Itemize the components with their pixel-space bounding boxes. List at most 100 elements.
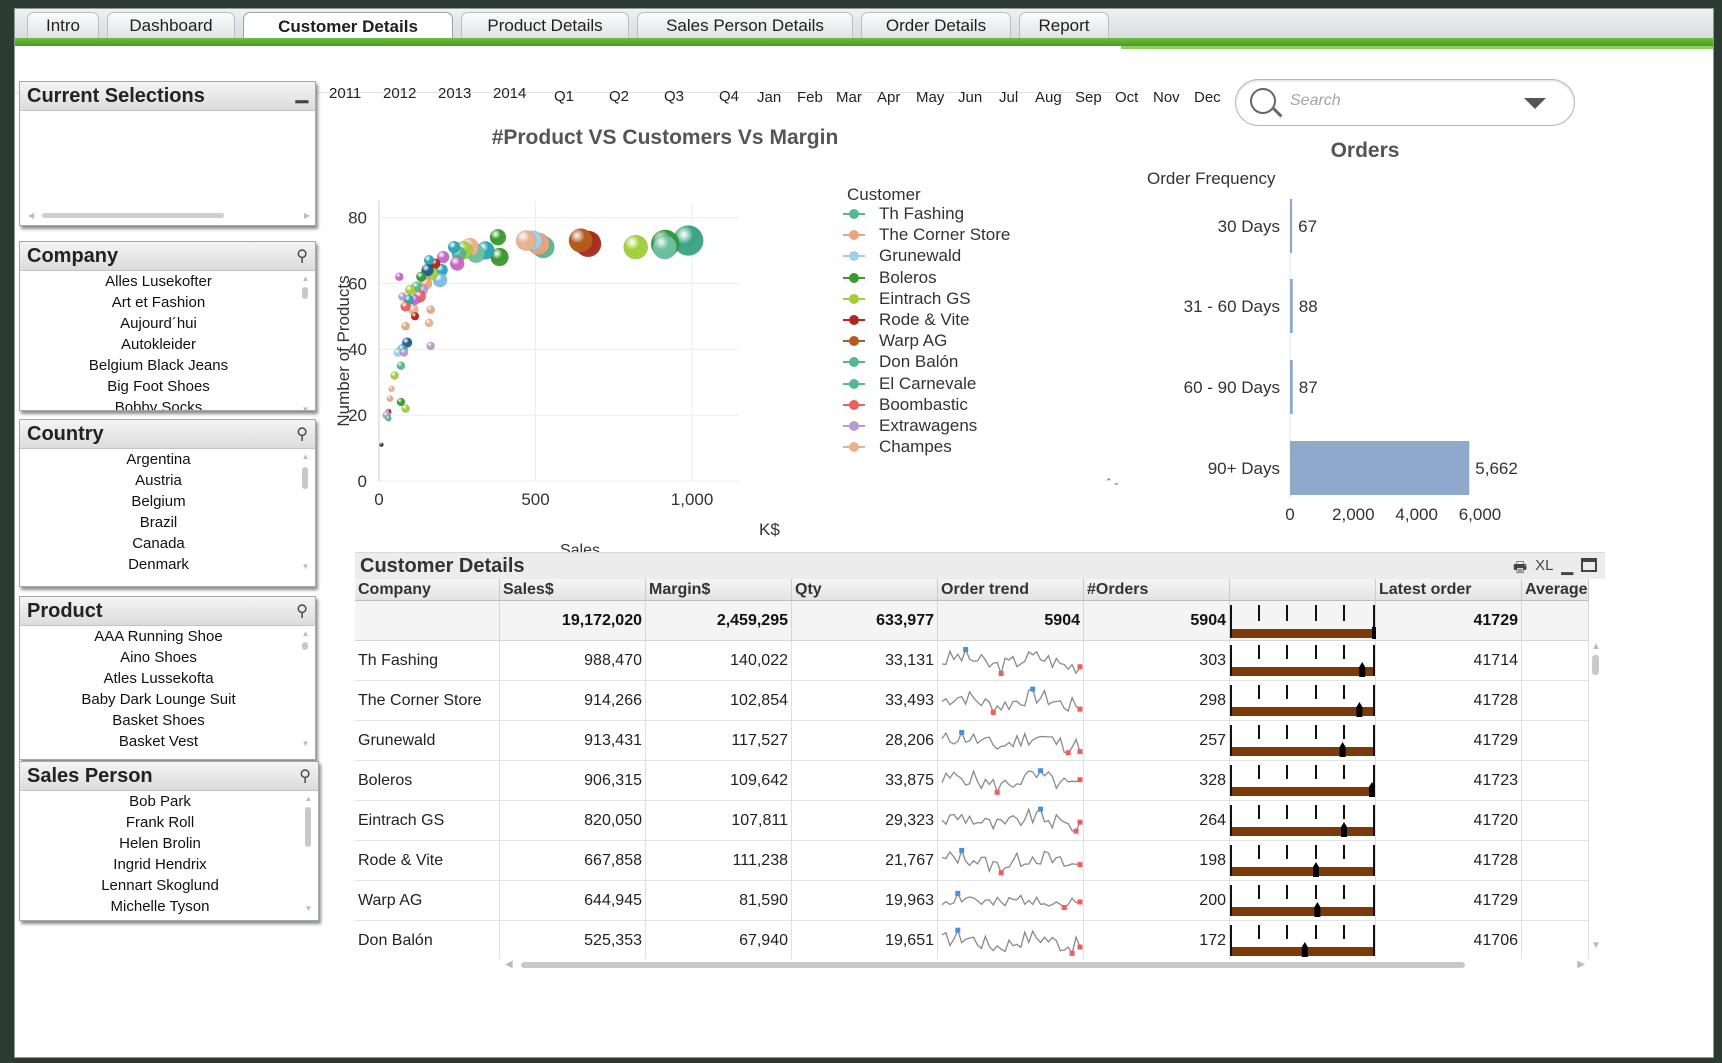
filter-month-nov[interactable]: Nov [1153,89,1180,106]
scroll-up-arrow-icon[interactable]: ▲ [301,275,310,283]
scroll-left-arrow-icon[interactable]: ◀ [505,959,513,970]
scroll-thumb[interactable] [521,962,1465,968]
scroll-right-arrow-icon[interactable]: ▶ [304,211,310,220]
minimize-icon[interactable]: ▁ [296,84,308,104]
list-item[interactable]: Argentina [20,449,315,470]
legend-item[interactable]: Champes [843,437,952,457]
list-item[interactable]: Brazil [20,512,315,533]
list-item[interactable]: Basket Vest [20,731,315,752]
scroll-thumb[interactable] [302,287,308,299]
column-header-orders[interactable]: #Orders [1084,579,1230,601]
legend-item[interactable]: Grunewald [843,246,961,266]
column-header-average[interactable]: Average [1522,579,1589,601]
list-item[interactable]: Bobby Socks [20,397,315,410]
filter-quarter-q2[interactable]: Q2 [609,88,629,105]
scroll-thumb[interactable] [302,467,308,489]
tab-dashboard[interactable]: Dashboard [107,12,235,39]
list-item[interactable]: Michelle Tyson [20,896,318,917]
scroll-thumb[interactable] [302,642,308,650]
filter-year-2014[interactable]: 2014 [493,85,526,102]
scroll-down-arrow-icon[interactable]: ▼ [301,406,310,411]
listbox-vscroll[interactable]: ▲ ▼ [304,795,313,913]
list-item[interactable]: Aujourd´hui [20,313,315,334]
filter-month-apr[interactable]: Apr [877,89,900,106]
table-row[interactable]: Don Balón 525,353 67,940 19,651 172 41706 [355,921,1589,959]
list-item[interactable]: Belgium [20,491,315,512]
legend-item[interactable]: Extrawagens [843,416,977,436]
scroll-up-arrow-icon[interactable]: ▲ [304,795,313,803]
scroll-up-arrow-icon[interactable]: ▲ [1591,641,1601,652]
filter-month-oct[interactable]: Oct [1115,89,1138,106]
list-item[interactable]: Autokleider [20,334,315,355]
scroll-down-arrow-icon[interactable]: ▼ [304,905,313,913]
column-header-margin[interactable]: Margin$ [646,579,792,601]
list-item[interactable]: Helen Brolin [20,833,318,854]
table-vscroll[interactable]: ▲ ▼ [1589,641,1601,951]
filter-year-2013[interactable]: 2013 [438,85,471,102]
scroll-up-arrow-icon[interactable]: ▲ [301,630,310,638]
tab-intro[interactable]: Intro [27,12,99,39]
column-header-order-trend[interactable]: Order trend [938,579,1084,601]
legend-scroll-arrows-icon[interactable]: ⌃⌄ [1105,477,1120,488]
scroll-left-arrow-icon[interactable]: ◀ [28,211,34,220]
tab-order-details[interactable]: Order Details [861,12,1011,39]
list-item[interactable]: Atles Lussekofta [20,668,315,689]
scroll-right-arrow-icon[interactable]: ▶ [1577,959,1585,970]
search-icon[interactable]: ⚲ [296,246,308,266]
legend-item[interactable]: Boleros [843,268,937,288]
search-box[interactable]: Search [1235,79,1575,126]
table-row[interactable]: Eintrach GS 820,050 107,811 29,323 264 41720 [355,801,1589,841]
scroll-down-arrow-icon[interactable]: ▼ [301,563,310,571]
legend-item[interactable]: Th Fashing [843,204,964,224]
table-row[interactable]: The Corner Store 914,266 102,854 33,493 298 4… [355,681,1589,721]
search-input[interactable]: Search [1290,92,1341,110]
table-row[interactable]: Boleros 906,315 109,642 33,875 328 41723 [355,761,1589,801]
filter-month-jul[interactable]: Jul [999,89,1018,106]
legend-item[interactable]: Rode & Vite [843,310,969,330]
table-hscroll[interactable]: ◀ ▶ [505,959,1585,971]
column-header-qty[interactable]: Qty [792,579,938,601]
list-item[interactable]: Aino Shoes [20,647,315,668]
listbox-vscroll[interactable]: ▲ ▼ [301,630,310,748]
filter-quarter-q3[interactable]: Q3 [664,88,684,105]
filter-year-2012[interactable]: 2012 [383,85,416,102]
maximize-icon[interactable] [1581,558,1598,572]
list-item[interactable]: Alles Lusekofter [20,271,315,292]
filter-month-aug[interactable]: Aug [1035,89,1062,106]
list-item[interactable]: Denmark [20,554,315,575]
column-header-gauge[interactable] [1230,579,1376,601]
filter-year-2011[interactable]: 2011 [329,85,361,102]
search-icon[interactable]: ⚲ [296,424,308,444]
scroll-thumb[interactable] [42,213,224,218]
filter-month-dec[interactable]: Dec [1194,89,1221,106]
scroll-thumb[interactable] [1592,655,1599,675]
search-icon[interactable]: ⚲ [299,766,311,786]
tab-report[interactable]: Report [1019,12,1109,39]
list-item[interactable]: Art et Fashion [20,292,315,313]
list-item[interactable]: Bob Park [20,791,318,812]
filter-month-sep[interactable]: Sep [1075,89,1102,106]
table-row[interactable]: Th Fashing 988,470 140,022 33,131 303 41714 [355,641,1589,681]
scroll-up-arrow-icon[interactable]: ▲ [301,453,310,461]
list-item[interactable]: Belgium Black Jeans [20,355,315,376]
legend-item[interactable]: Eintrach GS [843,289,971,309]
list-item[interactable]: AAA Running Shoe [20,626,315,647]
column-header-company[interactable]: Company [355,579,500,601]
search-icon[interactable]: ⚲ [296,601,308,621]
scroll-down-arrow-icon[interactable]: ▼ [301,740,310,748]
list-item[interactable]: Baby Dark Lounge Suit [20,689,315,710]
tab-customer-details[interactable]: Customer Details [243,12,453,40]
table-row[interactable]: Rode & Vite 667,858 111,238 21,767 198 41728 [355,841,1589,881]
column-header-sales[interactable]: Sales$ [500,579,646,601]
chevron-down-icon[interactable] [1524,98,1546,109]
list-item[interactable]: Big Foot Shoes [20,376,315,397]
filter-quarter-q4[interactable]: Q4 [719,88,739,105]
table-row[interactable]: Warp AG 644,945 81,590 19,963 200 41729 [355,881,1589,921]
filter-month-may[interactable]: May [916,89,944,106]
scroll-thumb[interactable] [305,807,311,847]
legend-item[interactable]: Don Balón [843,352,958,372]
scroll-down-arrow-icon[interactable]: ▼ [1591,940,1601,951]
tab-product-details[interactable]: Product Details [461,12,629,39]
list-item[interactable]: Frank Roll [20,812,318,833]
list-item[interactable]: Ingrid Hendrix [20,854,318,875]
